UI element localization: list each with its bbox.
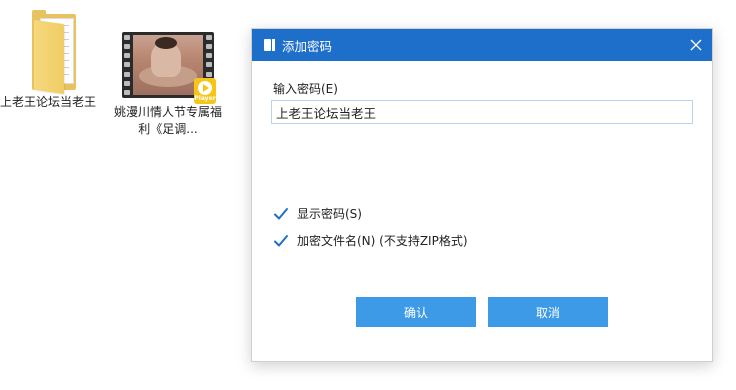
- folder-icon: [16, 8, 80, 95]
- encrypt-filenames-label: 加密文件名(N) (不支持ZIP格式): [297, 234, 468, 248]
- desktop-folder-item[interactable]: 上老王论坛当老王: [0, 8, 96, 111]
- confirm-button[interactable]: 确认: [356, 297, 476, 327]
- player-badge-icon: Player: [194, 78, 216, 104]
- folder-label: 上老王论坛当老王: [0, 95, 97, 109]
- dialog-title: 添加密码: [282, 38, 333, 54]
- checkmark-icon: [274, 234, 288, 246]
- cancel-button[interactable]: 取消: [488, 297, 608, 327]
- checkmark-icon: [274, 207, 288, 219]
- video-label: 姚漫川情人节专属福利《足调...: [113, 105, 222, 136]
- encrypt-filenames-checkbox[interactable]: 加密文件名(N) (不支持ZIP格式): [273, 232, 468, 249]
- desktop-video-item[interactable]: Player 姚漫川情人节专属福利《足调...: [110, 32, 226, 138]
- password-label: 输入密码(E): [273, 82, 338, 96]
- dialog-titlebar[interactable]: 添加密码: [252, 29, 712, 61]
- video-thumbnail: [133, 35, 203, 95]
- close-button[interactable]: [680, 29, 712, 61]
- show-password-label: 显示密码(S): [297, 207, 362, 221]
- video-file-icon: Player: [122, 32, 216, 104]
- add-password-dialog: 添加密码 输入密码(E) 显示密码(S) 加密文件名(N) (不支持ZIP格式)…: [251, 28, 713, 362]
- close-icon: [690, 39, 702, 51]
- show-password-checkbox[interactable]: 显示密码(S): [273, 205, 362, 222]
- archive-icon: [264, 38, 276, 52]
- password-input[interactable]: [271, 100, 693, 124]
